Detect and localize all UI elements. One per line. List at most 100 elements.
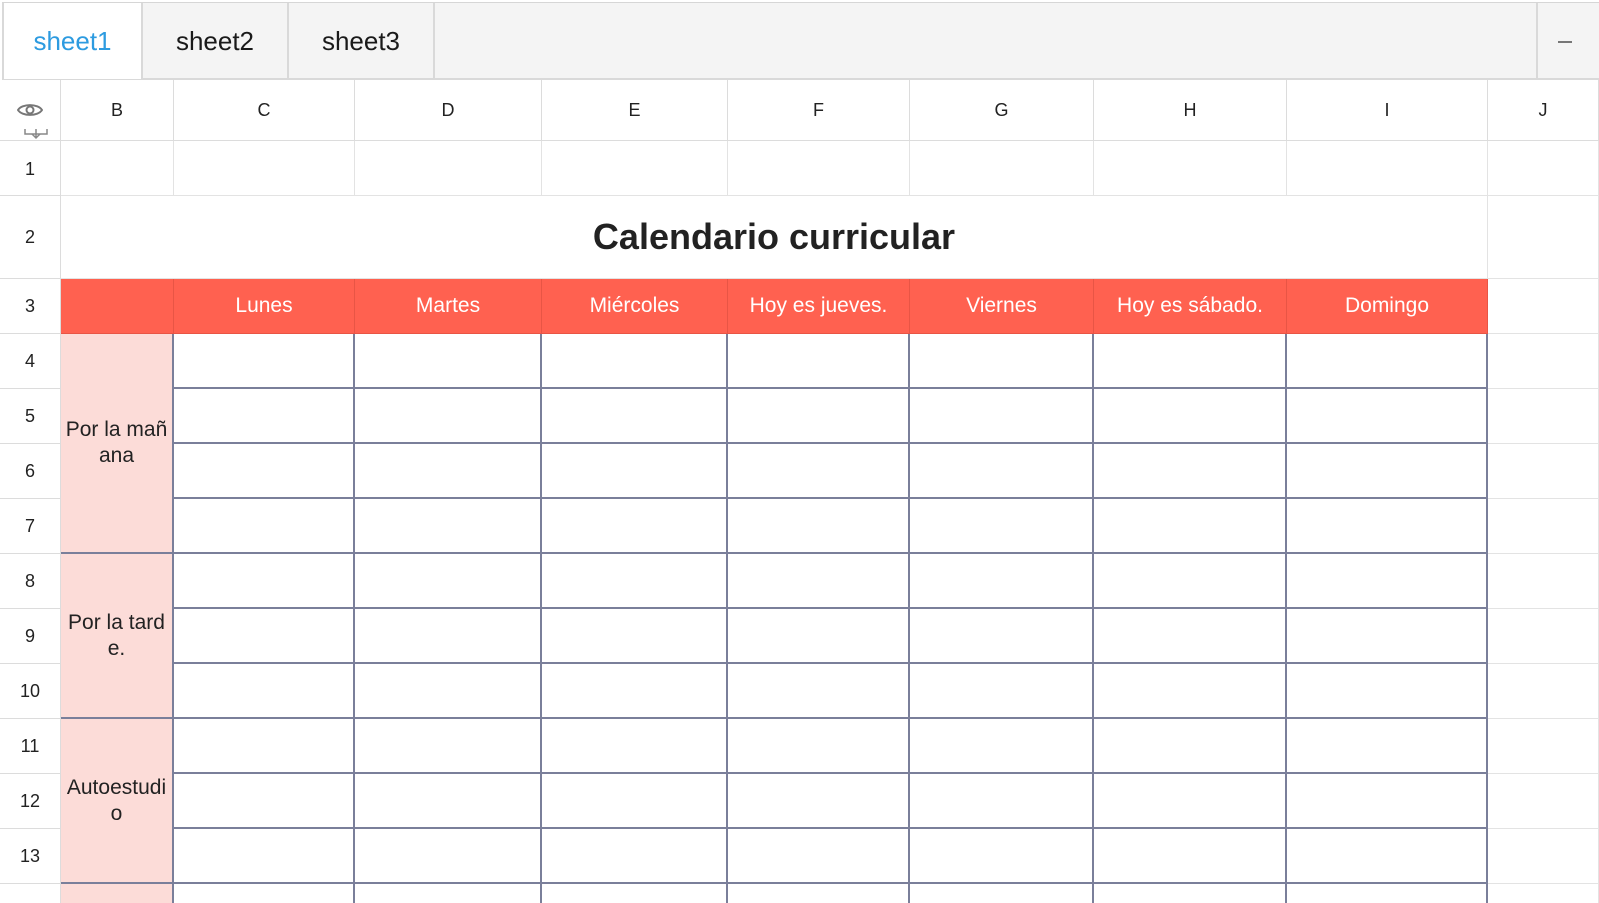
cell-c14[interactable] xyxy=(174,884,355,903)
cell-f12[interactable] xyxy=(728,774,910,829)
cell-i14[interactable] xyxy=(1287,884,1488,903)
column-header-g[interactable]: G xyxy=(910,80,1094,141)
cell-j7[interactable] xyxy=(1488,499,1599,554)
cell-i7[interactable] xyxy=(1287,499,1488,554)
cell-e10[interactable] xyxy=(542,664,728,719)
cell-d1[interactable] xyxy=(355,141,542,196)
cell-e8[interactable] xyxy=(542,554,728,609)
cell-f4[interactable] xyxy=(728,334,910,389)
column-header-c[interactable]: C xyxy=(174,80,355,141)
cell-j3[interactable] xyxy=(1488,279,1599,334)
row-header-13[interactable]: 13 xyxy=(0,829,61,884)
cell-c4[interactable] xyxy=(174,334,355,389)
cell-j6[interactable] xyxy=(1488,444,1599,499)
cell-d12[interactable] xyxy=(355,774,542,829)
cell-f6[interactable] xyxy=(728,444,910,499)
cell-g13[interactable] xyxy=(910,829,1094,884)
cell-d4[interactable] xyxy=(355,334,542,389)
cell-g6[interactable] xyxy=(910,444,1094,499)
cell-f9[interactable] xyxy=(728,609,910,664)
column-header-i[interactable]: I xyxy=(1287,80,1488,141)
cell-g1[interactable] xyxy=(910,141,1094,196)
cell-j5[interactable] xyxy=(1488,389,1599,444)
cell-c6[interactable] xyxy=(174,444,355,499)
cell-e1[interactable] xyxy=(542,141,728,196)
row-header-10[interactable]: 10 xyxy=(0,664,61,719)
cell-j4[interactable] xyxy=(1488,334,1599,389)
day-header-blank[interactable] xyxy=(61,279,174,334)
cell-h14[interactable] xyxy=(1094,884,1287,903)
cell-j13[interactable] xyxy=(1488,829,1599,884)
row-header-1[interactable]: 1 xyxy=(0,141,61,196)
cell-c12[interactable] xyxy=(174,774,355,829)
cell-j1[interactable] xyxy=(1488,141,1599,196)
sheet-title[interactable]: Calendario curricular xyxy=(61,196,1488,279)
day-header-sabado[interactable]: Hoy es sábado. xyxy=(1094,279,1287,334)
day-header-lunes[interactable]: Lunes xyxy=(174,279,355,334)
cell-f10[interactable] xyxy=(728,664,910,719)
column-header-d[interactable]: D xyxy=(355,80,542,141)
cell-g8[interactable] xyxy=(910,554,1094,609)
cell-f8[interactable] xyxy=(728,554,910,609)
band-next[interactable] xyxy=(61,884,174,903)
cell-d9[interactable] xyxy=(355,609,542,664)
cell-g10[interactable] xyxy=(910,664,1094,719)
cell-c5[interactable] xyxy=(174,389,355,444)
tab-sheet1[interactable]: sheet1 xyxy=(2,3,143,79)
cell-h1[interactable] xyxy=(1094,141,1287,196)
cell-h4[interactable] xyxy=(1094,334,1287,389)
cell-h11[interactable] xyxy=(1094,719,1287,774)
cell-h6[interactable] xyxy=(1094,444,1287,499)
cell-g11[interactable] xyxy=(910,719,1094,774)
cell-j14[interactable] xyxy=(1488,884,1599,903)
day-header-viernes[interactable]: Viernes xyxy=(910,279,1094,334)
cell-h12[interactable] xyxy=(1094,774,1287,829)
cell-i11[interactable] xyxy=(1287,719,1488,774)
cell-e11[interactable] xyxy=(542,719,728,774)
cell-i8[interactable] xyxy=(1287,554,1488,609)
cell-i12[interactable] xyxy=(1287,774,1488,829)
cell-c7[interactable] xyxy=(174,499,355,554)
cell-d7[interactable] xyxy=(355,499,542,554)
cell-i13[interactable] xyxy=(1287,829,1488,884)
cell-c9[interactable] xyxy=(174,609,355,664)
cell-c10[interactable] xyxy=(174,664,355,719)
cell-d14[interactable] xyxy=(355,884,542,903)
band-self-study[interactable]: Autoestudio xyxy=(61,719,174,884)
cell-j9[interactable] xyxy=(1488,609,1599,664)
cell-g4[interactable] xyxy=(910,334,1094,389)
row-header-14[interactable] xyxy=(0,884,61,903)
cell-j2[interactable] xyxy=(1488,196,1599,279)
cell-j12[interactable] xyxy=(1488,774,1599,829)
tab-sheet2[interactable]: sheet2 xyxy=(143,3,289,79)
cell-i6[interactable] xyxy=(1287,444,1488,499)
cell-f14[interactable] xyxy=(728,884,910,903)
day-header-martes[interactable]: Martes xyxy=(355,279,542,334)
day-header-miercoles[interactable]: Miércoles xyxy=(542,279,728,334)
column-header-h[interactable]: H xyxy=(1094,80,1287,141)
cell-e4[interactable] xyxy=(542,334,728,389)
tab-bar-menu-button[interactable] xyxy=(1536,3,1599,79)
cell-h9[interactable] xyxy=(1094,609,1287,664)
cell-e9[interactable] xyxy=(542,609,728,664)
cell-h13[interactable] xyxy=(1094,829,1287,884)
cell-f7[interactable] xyxy=(728,499,910,554)
cell-h10[interactable] xyxy=(1094,664,1287,719)
cell-f11[interactable] xyxy=(728,719,910,774)
band-morning[interactable]: Por la mañana xyxy=(61,334,174,554)
eye-icon[interactable] xyxy=(17,102,43,118)
cell-e12[interactable] xyxy=(542,774,728,829)
cell-c1[interactable] xyxy=(174,141,355,196)
row-header-5[interactable]: 5 xyxy=(0,389,61,444)
cell-g7[interactable] xyxy=(910,499,1094,554)
row-header-8[interactable]: 8 xyxy=(0,554,61,609)
cell-d8[interactable] xyxy=(355,554,542,609)
cell-i10[interactable] xyxy=(1287,664,1488,719)
row-header-12[interactable]: 12 xyxy=(0,774,61,829)
row-header-11[interactable]: 11 xyxy=(0,719,61,774)
cell-i9[interactable] xyxy=(1287,609,1488,664)
row-header-2[interactable]: 2 xyxy=(0,196,61,279)
cell-h5[interactable] xyxy=(1094,389,1287,444)
row-header-7[interactable]: 7 xyxy=(0,499,61,554)
day-header-jueves[interactable]: Hoy es jueves. xyxy=(728,279,910,334)
